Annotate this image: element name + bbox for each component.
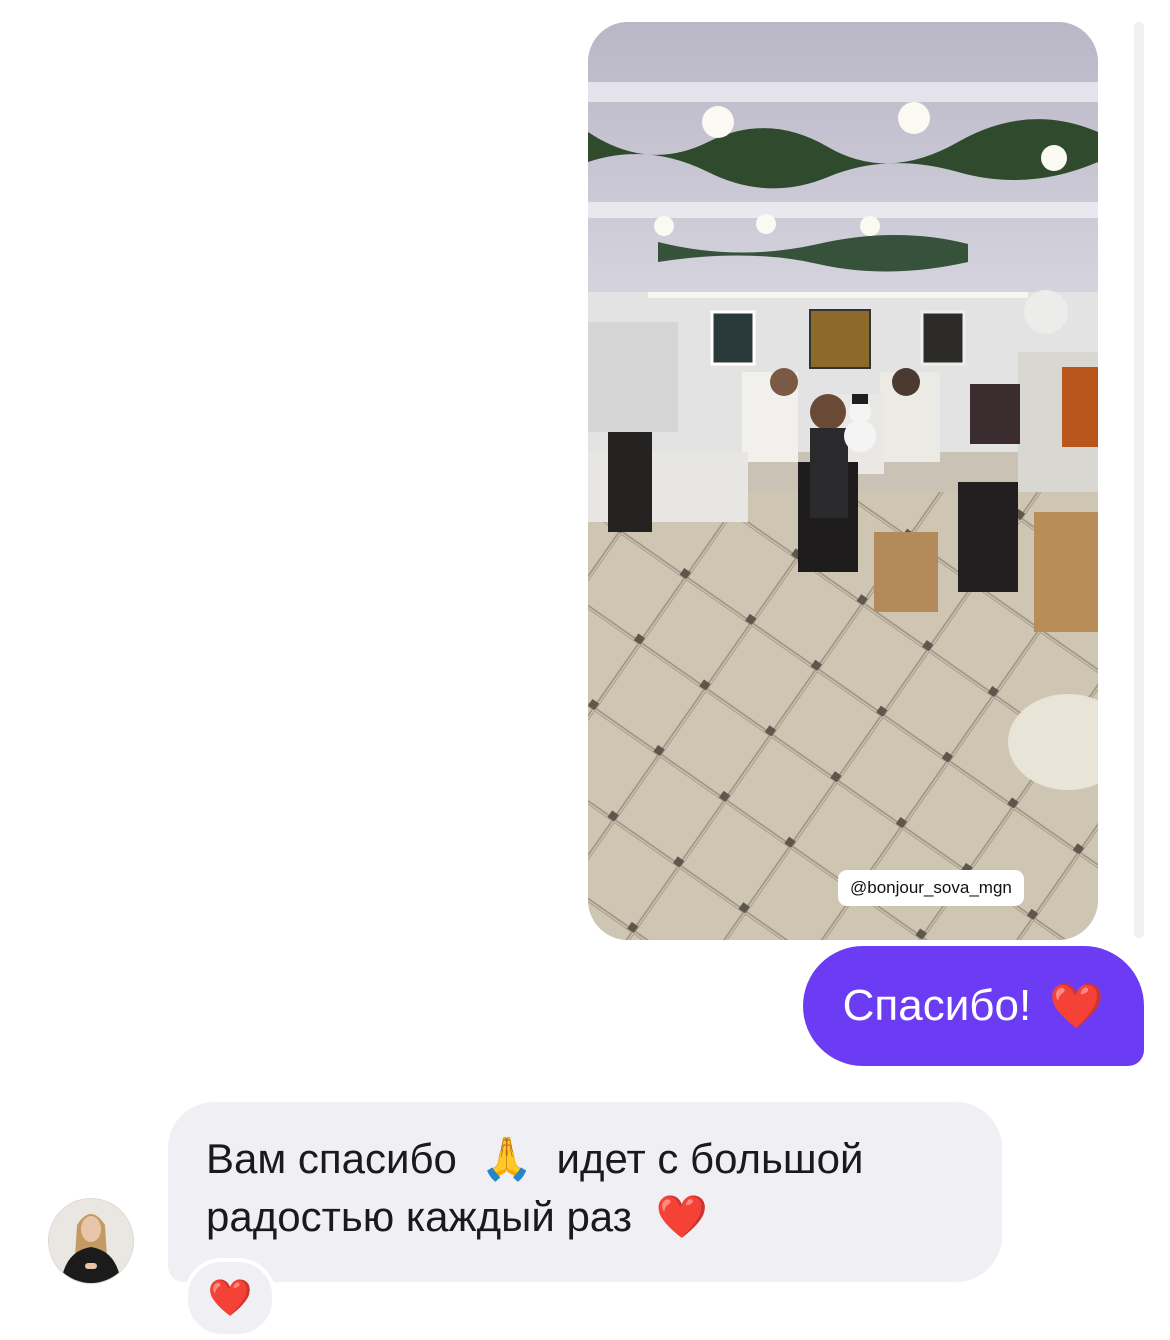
contact-avatar[interactable] — [48, 1198, 134, 1284]
heart-emoji-icon: ❤️ — [655, 1192, 708, 1241]
person-avatar-icon — [49, 1199, 133, 1283]
incoming-message-line-2: радостью каждый раз ❤️ — [206, 1188, 962, 1246]
message-reaction[interactable]: ❤️ — [184, 1258, 276, 1338]
chat-thread: @bonjour_sova_mgn Спасибо! ❤️ Вам спасиб… — [0, 0, 1170, 1340]
incoming-text-part-3: радостью каждый раз — [206, 1193, 632, 1240]
outgoing-message-text: Спасибо! — [842, 981, 1032, 1030]
folded-hands-emoji-icon: 🙏 — [480, 1134, 533, 1183]
incoming-text-part-2: идет с большой — [556, 1135, 864, 1182]
heart-reaction-icon: ❤️ — [207, 1278, 253, 1319]
heart-emoji-icon: ❤️ — [1049, 981, 1104, 1032]
incoming-text-part-1: Вам спасибо — [206, 1135, 457, 1182]
art-studio-photo — [588, 22, 1098, 940]
watermark-label: @bonjour_sova_mgn — [838, 870, 1024, 906]
incoming-message-line-1: Вам спасибо 🙏 идет с большой — [206, 1130, 962, 1188]
scrollbar[interactable] — [1134, 22, 1144, 938]
media-message-image[interactable] — [588, 22, 1098, 940]
outgoing-message-bubble[interactable]: Спасибо! ❤️ — [802, 946, 1144, 1066]
incoming-message-bubble[interactable]: Вам спасибо 🙏 идет с большой радостью ка… — [168, 1102, 1002, 1282]
